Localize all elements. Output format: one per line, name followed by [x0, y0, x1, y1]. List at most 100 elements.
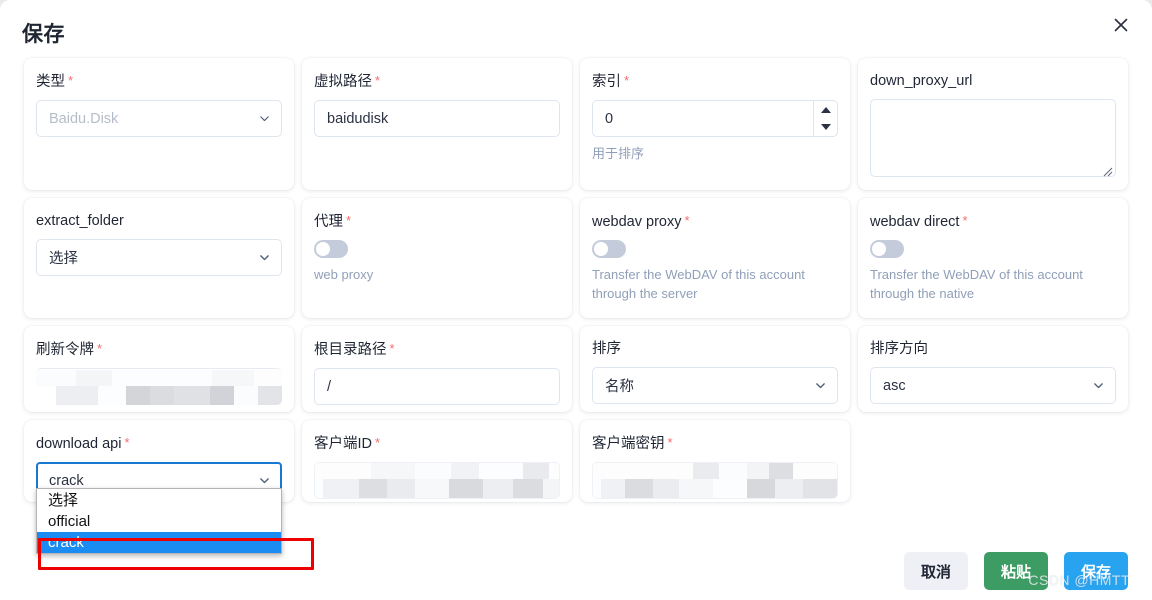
resize-grip-icon[interactable]	[1103, 164, 1113, 177]
redaction-block	[126, 386, 150, 405]
redaction-block	[601, 479, 625, 498]
label-text: 排序	[592, 341, 621, 357]
virtual-path-input[interactable]: baidudisk	[314, 100, 560, 137]
form-row-1: 类型 * Baidu.Disk 虚拟路径 * baidudisk 索引 * 0 …	[24, 58, 1128, 190]
spinner-down-icon[interactable]	[814, 119, 837, 137]
type-select-value: Baidu.Disk	[49, 110, 119, 127]
required-marker: *	[684, 213, 690, 228]
down-proxy-url-textarea[interactable]	[870, 99, 1116, 177]
download-api-dropdown[interactable]: 选择 official crack	[36, 488, 282, 554]
index-spinner	[813, 101, 837, 136]
redaction-block	[210, 386, 234, 405]
redaction-block	[549, 463, 559, 479]
required-marker: *	[667, 435, 673, 450]
root-folder-path-value: /	[327, 378, 332, 395]
dialog-footer: 取消 粘贴 保存	[903, 552, 1128, 590]
redaction-block	[653, 479, 679, 498]
redaction-block	[174, 386, 210, 405]
redaction-block	[713, 479, 747, 498]
redaction-block	[837, 479, 838, 499]
proxy-toggle[interactable]	[314, 240, 348, 258]
redaction-block	[371, 463, 415, 479]
field-card-extract-folder: extract_folder 选择	[24, 198, 294, 318]
field-card-download-api: download api * crack 选择 official crack	[24, 420, 314, 570]
label-text: extract_folder	[36, 213, 124, 229]
label-text: 虚拟路径	[314, 74, 372, 90]
field-card-down-proxy-url: down_proxy_url	[858, 58, 1128, 190]
cancel-button[interactable]: 取消	[903, 552, 968, 590]
paste-button[interactable]: 粘贴	[983, 552, 1048, 590]
field-card-client-id: 客户端ID *	[302, 420, 572, 502]
label-text: 客户端密钥	[592, 436, 665, 452]
redaction-block	[793, 463, 837, 479]
label-index: 索引 *	[592, 72, 838, 91]
dropdown-option-0[interactable]: 选择	[37, 490, 281, 511]
toggle-knob	[316, 242, 330, 256]
label-text: 类型	[36, 74, 65, 90]
required-marker: *	[346, 213, 352, 228]
field-card-root-folder-path: 根目录路径 * /	[302, 326, 572, 412]
field-card-type: 类型 * Baidu.Disk	[24, 58, 294, 190]
root-folder-path-input[interactable]: /	[314, 368, 560, 405]
required-marker: *	[375, 73, 381, 88]
label-extract-folder: extract_folder	[36, 212, 282, 230]
spinner-up-icon[interactable]	[814, 101, 837, 119]
form-row-3: 刷新令牌 * 根目录路径 * / 排序 名称 排序方向 asc	[24, 326, 1128, 412]
dialog-header: 保存	[0, 0, 1152, 58]
redaction-block	[543, 479, 559, 498]
order-by-select[interactable]: 名称	[592, 367, 838, 404]
chevron-down-icon	[1092, 379, 1105, 392]
refresh-token-input[interactable]	[36, 368, 282, 405]
label-root-folder-path: 根目录路径 *	[314, 340, 560, 359]
redaction-block	[775, 479, 803, 498]
order-direction-select[interactable]: asc	[870, 367, 1116, 404]
dropdown-option-2[interactable]: crack	[37, 532, 281, 553]
toggle-knob	[594, 242, 608, 256]
redaction-block	[593, 463, 693, 479]
required-marker: *	[68, 73, 74, 88]
label-text: 索引	[592, 74, 621, 90]
field-card-index: 索引 * 0 用于排序	[580, 58, 850, 190]
label-text: download api	[36, 436, 122, 452]
label-client-secret: 客户端密钥 *	[592, 434, 838, 453]
redaction-block	[387, 479, 415, 498]
redaction-block	[483, 479, 513, 498]
dropdown-option-1[interactable]: official	[37, 511, 281, 532]
index-stepper[interactable]: 0	[592, 100, 838, 137]
close-icon[interactable]	[1106, 10, 1136, 40]
label-text: webdav proxy	[592, 214, 682, 230]
redaction-block	[803, 479, 837, 498]
webdav-direct-toggle[interactable]	[870, 240, 904, 258]
redaction-block	[479, 463, 523, 479]
redaction-block	[693, 463, 719, 479]
client-id-input[interactable]	[314, 462, 560, 499]
client-secret-input[interactable]	[592, 462, 838, 499]
redaction-block	[769, 463, 793, 479]
webdav-proxy-hint: Transfer the WebDAV of this account thro…	[592, 267, 805, 301]
label-proxy: 代理 *	[314, 212, 560, 231]
webdav-direct-hint: Transfer the WebDAV of this account thro…	[870, 267, 1083, 301]
form-grid: 类型 * Baidu.Disk 虚拟路径 * baidudisk 索引 * 0 …	[24, 58, 1128, 570]
form-row-4: download api * crack 选择 official crack 客…	[24, 420, 1128, 570]
redaction-block	[719, 463, 747, 479]
label-download-api: download api *	[36, 434, 282, 453]
required-marker: *	[124, 435, 130, 450]
required-marker: *	[375, 435, 381, 450]
field-card-client-secret: 客户端密钥 *	[580, 420, 850, 502]
chevron-down-icon	[258, 251, 271, 264]
required-marker: *	[624, 73, 630, 88]
save-dialog: 保存 类型 * Baidu.Disk 虚拟路径 * baidudisk 索引 *…	[0, 0, 1152, 600]
chevron-down-icon	[258, 474, 271, 487]
save-button[interactable]: 保存	[1063, 552, 1128, 590]
label-text: webdav direct	[870, 214, 960, 230]
extract-folder-select[interactable]: 选择	[36, 239, 282, 276]
webdav-proxy-toggle[interactable]	[592, 240, 626, 258]
redaction-block	[112, 370, 212, 386]
redaction-block	[451, 463, 479, 479]
label-type: 类型 *	[36, 72, 282, 91]
order-by-value: 名称	[605, 379, 634, 395]
label-text: 代理	[314, 214, 343, 230]
type-select[interactable]: Baidu.Disk	[36, 100, 282, 137]
field-card-webdav-proxy: webdav proxy * Transfer the WebDAV of thi…	[580, 198, 850, 318]
label-refresh-token: 刷新令牌 *	[36, 340, 282, 359]
